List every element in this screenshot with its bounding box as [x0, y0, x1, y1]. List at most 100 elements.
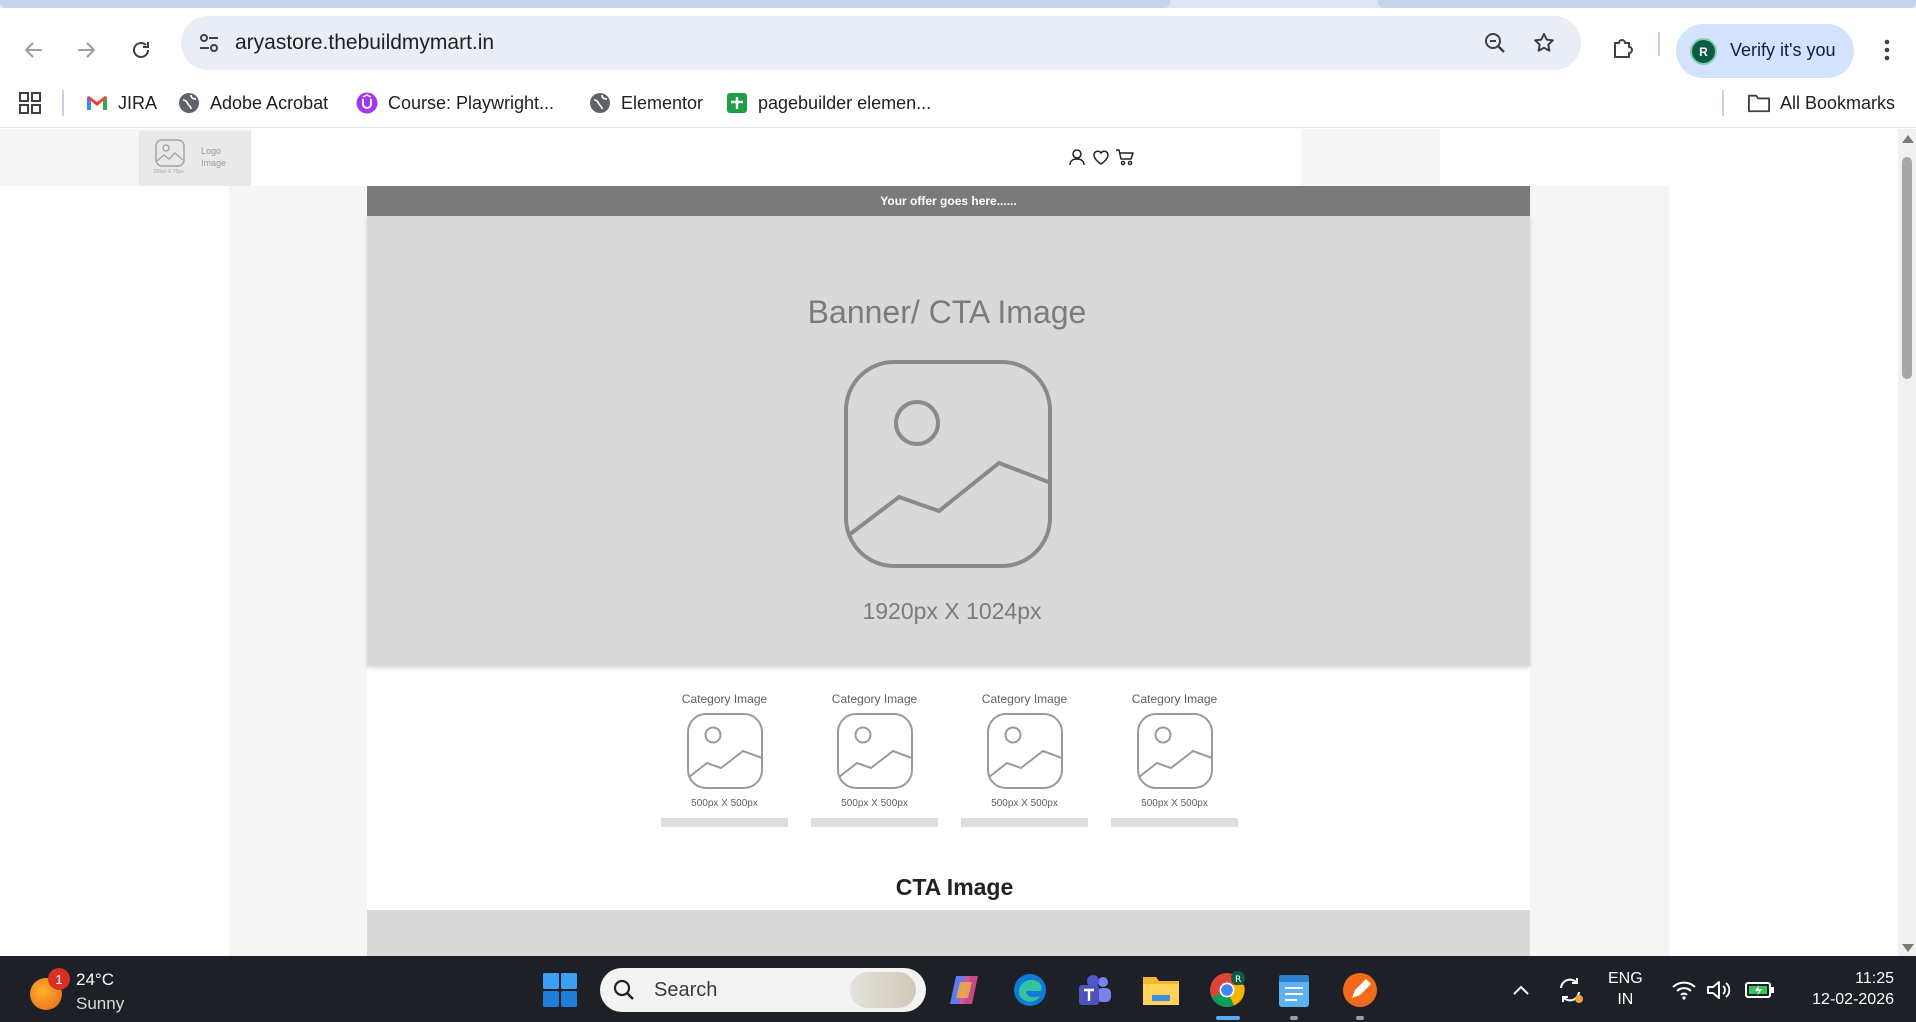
system-clock[interactable]: 11:25 12-02-2026	[1794, 968, 1894, 1010]
taskbar-file-explorer[interactable]	[1139, 968, 1183, 1012]
apps-grid-icon	[19, 92, 41, 114]
forward-button[interactable]	[66, 30, 106, 70]
zoom-button[interactable]	[1481, 29, 1509, 57]
taskbar-chrome[interactable]: R	[1205, 968, 1249, 1012]
wifi-icon	[1672, 981, 1696, 1000]
scroll-thumb[interactable]	[1902, 157, 1912, 379]
all-bookmarks-label: All Bookmarks	[1780, 92, 1896, 113]
chrome-icon: R	[1210, 971, 1245, 1008]
bookmark-pagebuilder[interactable]: pagebuilder elemen...	[726, 88, 931, 118]
category-size: 500px X 500px	[991, 798, 1058, 809]
account-button[interactable]	[1067, 147, 1087, 167]
category-label: Category Image	[831, 692, 918, 706]
pen-icon	[1343, 973, 1377, 1007]
input-language[interactable]: ENG IN	[1608, 968, 1643, 1010]
bookmark-label: JIRA	[118, 92, 158, 113]
folder-icon	[1143, 977, 1179, 1005]
extensions-button[interactable]	[1605, 30, 1641, 66]
bookmark-elementor[interactable]: Elementor	[589, 88, 703, 118]
site-info-button[interactable]	[195, 29, 223, 57]
bookmark-label: Adobe Acrobat	[210, 92, 329, 113]
category-card[interactable]: Category Image 500px X 500px	[661, 684, 788, 827]
battery-button[interactable]	[1738, 968, 1782, 1012]
browser-menu-button[interactable]	[1874, 32, 1900, 68]
bookmark-jira[interactable]: JIRA	[86, 88, 157, 118]
category-card[interactable]: Category Image 500px X 500px	[961, 684, 1088, 827]
banner-size: 1920px X 1024px	[862, 598, 1042, 624]
running-app-indicator	[1290, 1016, 1298, 1020]
profile-chip[interactable]: R Verify it's you	[1676, 24, 1854, 78]
arrow-right-icon	[78, 42, 96, 58]
puzzle-icon	[1614, 39, 1633, 58]
search-label: Search	[654, 979, 718, 1001]
search-highlight-image	[850, 972, 916, 1008]
bookmark-star-button[interactable]	[1530, 29, 1558, 57]
bookmark-label: Course: Playwright...	[388, 92, 555, 113]
image-placeholder-icon	[844, 360, 1052, 568]
site-logo[interactable]: Logo Image 150px X 75px	[139, 131, 251, 186]
page-viewport: Logo Image 150px X 75px Your offer goes …	[0, 129, 1898, 956]
logo-text: Logo Image	[201, 146, 227, 168]
cta-image[interactable]	[367, 910, 1530, 956]
heart-icon	[1093, 150, 1109, 165]
apps-button[interactable]	[18, 88, 42, 118]
address-bar[interactable]: aryastore.thebuildmymart.in	[181, 16, 1581, 70]
back-button[interactable]	[14, 30, 54, 70]
cart-button[interactable]	[1115, 147, 1135, 167]
category-card[interactable]: Category Image 500px X 500px	[1111, 684, 1238, 827]
bookmark-course-playwright[interactable]: Course: Playwright...	[356, 88, 554, 118]
active-app-indicator	[1216, 1016, 1240, 1020]
zoom-icon	[1485, 33, 1505, 53]
offer-bar: Your offer goes here......	[367, 186, 1530, 216]
image-placeholder-icon	[1137, 713, 1213, 789]
page-scrollbar[interactable]	[1898, 129, 1916, 956]
wishlist-button[interactable]	[1091, 147, 1111, 167]
show-hidden-icons-button[interactable]	[1499, 968, 1543, 1012]
logo-size: 150px X 75px	[153, 169, 184, 175]
bookmark-adobe-acrobat[interactable]: Adobe Acrobat	[178, 88, 328, 118]
bookmark-label: Elementor	[621, 92, 704, 113]
category-card[interactable]: Category Image 500px X 500px	[811, 684, 938, 827]
bookmarks-divider	[62, 90, 64, 116]
bookmarks-bar: JIRA Adobe Acrobat Course: Playwright...…	[0, 78, 1916, 128]
globe-icon	[589, 92, 611, 114]
weather-widget[interactable]: 1 24°C Sunny	[28, 966, 168, 1014]
url-text[interactable]: aryastore.thebuildmymart.in	[235, 31, 494, 55]
sync-status-button[interactable]	[1548, 968, 1592, 1012]
category-size: 500px X 500px	[691, 798, 758, 809]
hero-banner[interactable]: Banner/ CTA Image 1920px X 1024px	[367, 216, 1530, 666]
profile-label: Verify it's you	[1730, 40, 1836, 60]
volume-button[interactable]	[1696, 968, 1740, 1012]
user-icon	[1069, 149, 1085, 166]
header-area	[251, 129, 1301, 186]
all-bookmarks-button[interactable]: All Bookmarks	[1748, 88, 1895, 118]
taskbar-pen-app[interactable]	[1338, 968, 1382, 1012]
scroll-down-arrow[interactable]	[1902, 944, 1914, 952]
site-header: Logo Image 150px X 75px	[0, 129, 1440, 186]
taskbar-copilot[interactable]	[942, 968, 986, 1012]
speaker-icon	[1707, 981, 1731, 999]
taskbar-search[interactable]: Search	[600, 968, 926, 1012]
chevron-up-icon	[1513, 985, 1529, 995]
taskbar-notepad[interactable]	[1272, 968, 1316, 1012]
taskbar-teams[interactable]	[1073, 968, 1117, 1012]
reload-button[interactable]	[121, 30, 161, 70]
cart-icon	[1116, 149, 1134, 166]
clock-date: 12-02-2026	[1812, 991, 1894, 1008]
search-icon	[613, 979, 634, 1000]
category-label: Category Image	[981, 692, 1068, 706]
category-bar	[961, 818, 1088, 827]
category-bar	[811, 818, 938, 827]
sync-icon	[1560, 978, 1583, 1003]
arrow-left-icon	[24, 42, 42, 58]
image-placeholder-icon	[687, 713, 763, 789]
scroll-up-arrow[interactable]	[1902, 135, 1914, 143]
browser-toolbar: aryastore.thebuildmymart.in R Verify it'…	[0, 8, 1916, 78]
start-button[interactable]	[538, 968, 582, 1012]
category-size: 500px X 500px	[1141, 798, 1208, 809]
toolbar-divider	[1658, 32, 1660, 56]
kebab-menu-icon	[1884, 39, 1890, 61]
tab-strip-segment	[1378, 0, 1916, 8]
sheets-icon	[726, 92, 748, 114]
taskbar-edge[interactable]	[1008, 968, 1052, 1012]
